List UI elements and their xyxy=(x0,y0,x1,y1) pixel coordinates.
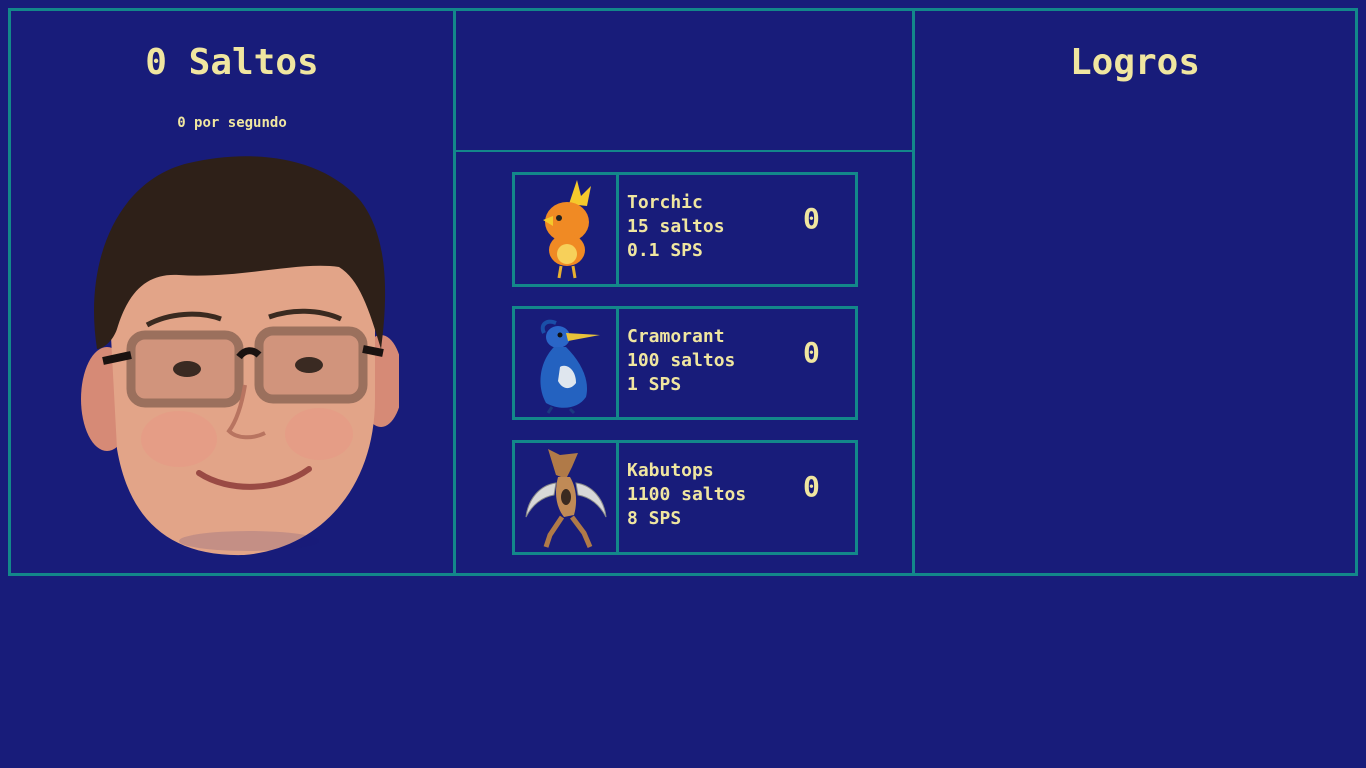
achievements-title: Logros xyxy=(1069,42,1201,83)
shop-item-name: Torchic xyxy=(627,192,703,213)
kabutops-head xyxy=(547,448,578,479)
cramorant-feet xyxy=(546,406,575,415)
torchic-legs xyxy=(557,265,576,278)
kabutops-sprite-box xyxy=(515,443,619,552)
shop-list: Torchic 15 saltos 0.1 SPS 0 Cramorant 10… xyxy=(512,172,858,574)
shop-item-sps: 0.1 SPS xyxy=(627,240,703,261)
face-cheek-left xyxy=(141,411,217,467)
shop-item-name: Kabutops xyxy=(627,460,714,481)
kabutops-belly-mark xyxy=(560,488,571,505)
kabutops-info: Kabutops 1100 saltos 8 SPS 0 xyxy=(619,443,855,552)
face-chin-shadow xyxy=(179,531,319,551)
shop-item-cost: 1100 saltos xyxy=(627,484,747,505)
torchic-eye xyxy=(555,214,562,221)
face-eye-right xyxy=(295,357,323,373)
torchic-belly xyxy=(556,243,577,264)
shop-panel: Torchic 15 saltos 0.1 SPS 0 Cramorant 10… xyxy=(456,11,915,573)
cramorant-eye xyxy=(557,332,562,338)
shop-header-area xyxy=(456,11,912,152)
score-title: 0 Saltos xyxy=(145,42,319,83)
achievements-panel: Logros xyxy=(915,11,1355,573)
score-panel: 0 Saltos 0 por segundo xyxy=(11,11,456,573)
cramorant-head xyxy=(545,326,570,348)
cramorant-sprite xyxy=(539,319,600,415)
shop-item-sps: 1 SPS xyxy=(627,374,682,395)
kabutops-legs xyxy=(543,515,592,548)
per-second-rate: 0 por segundo xyxy=(177,115,287,131)
glasses-arm-right xyxy=(362,345,384,357)
face-eye-left xyxy=(173,361,201,377)
shop-item-sps: 8 SPS xyxy=(627,508,682,529)
torchic-sprite-box xyxy=(515,175,619,284)
face-click-button[interactable] xyxy=(69,149,403,559)
shop-item-owned-count: 0 xyxy=(803,336,820,369)
shop-item-kabutops[interactable]: Kabutops 1100 saltos 8 SPS 0 xyxy=(512,440,858,555)
shop-item-cost: 15 saltos xyxy=(627,216,725,237)
shop-item-owned-count: 0 xyxy=(803,202,820,235)
cramorant-beak xyxy=(565,333,600,341)
torchic-sprite xyxy=(542,179,591,278)
torchic-crest xyxy=(568,179,591,206)
torchic-info: Torchic 15 saltos 0.1 SPS 0 xyxy=(619,175,855,284)
shop-item-owned-count: 0 xyxy=(803,470,820,503)
face-image xyxy=(81,156,403,556)
shop-item-cramorant[interactable]: Cramorant 100 saltos 1 SPS 0 xyxy=(512,306,858,420)
cramorant-sprite-box xyxy=(515,309,619,417)
game-container: 0 Saltos 0 por segundo Torchic 15 saltos… xyxy=(8,8,1358,576)
kabutops-scythe-left xyxy=(525,481,557,517)
face-cheek-right xyxy=(285,408,353,460)
shop-item-cost: 100 saltos xyxy=(627,350,736,371)
kabutops-sprite xyxy=(525,448,606,548)
shop-item-name: Cramorant xyxy=(627,326,725,347)
shop-item-torchic[interactable]: Torchic 15 saltos 0.1 SPS 0 xyxy=(512,172,858,287)
cramorant-info: Cramorant 100 saltos 1 SPS 0 xyxy=(619,309,855,417)
kabutops-scythe-right xyxy=(574,481,606,517)
